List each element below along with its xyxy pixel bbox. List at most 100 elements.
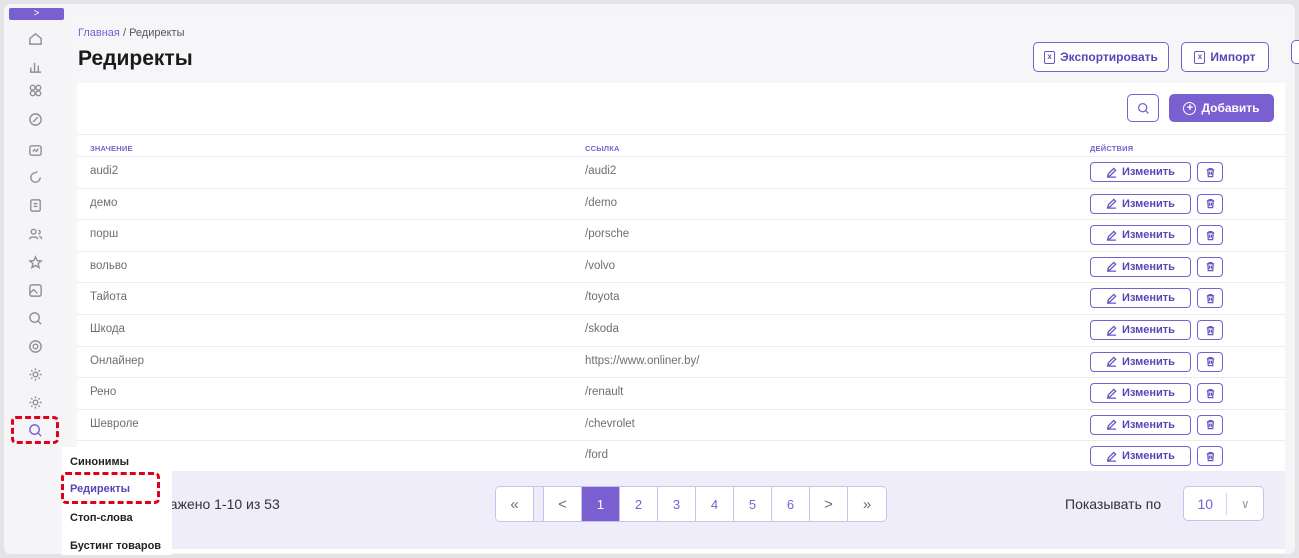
- column-header-link[interactable]: ССЫЛКА: [585, 144, 620, 153]
- delete-button[interactable]: [1197, 351, 1223, 372]
- first-page-button[interactable]: «: [496, 487, 534, 521]
- submenu-item-stop-words[interactable]: Стоп-слова: [70, 512, 133, 524]
- page-title: Редиректы: [78, 47, 193, 70]
- table-header: ЗНАЧЕНИЕ ССЫЛКА ДЕЙСТВИЯ: [77, 134, 1285, 156]
- export-button-label: Экспортировать: [1060, 50, 1158, 64]
- settings-alt-icon[interactable]: [27, 394, 43, 410]
- add-button[interactable]: + Добавить: [1169, 94, 1274, 122]
- pencil-icon: [1106, 419, 1117, 431]
- table-row: Шевроле/chevrolet Изменить: [77, 408, 1285, 441]
- delete-button[interactable]: [1197, 162, 1223, 182]
- edge-button[interactable]: [1291, 40, 1299, 64]
- edit-button[interactable]: Изменить: [1090, 225, 1191, 246]
- delete-button[interactable]: [1197, 225, 1223, 246]
- edit-button[interactable]: Изменить: [1090, 414, 1191, 435]
- trash-icon: [1206, 293, 1214, 304]
- edit-button-label: Изменить: [1122, 229, 1175, 242]
- per-page-value: 10: [1184, 492, 1228, 515]
- refresh-icon[interactable]: [27, 169, 43, 185]
- trash-icon: [1206, 357, 1214, 367]
- row-link: /volvo: [585, 259, 616, 272]
- chevron-down-icon: ∨: [1240, 496, 1250, 511]
- edit-button[interactable]: Изменить: [1090, 193, 1191, 214]
- row-link: /toyota: [585, 291, 620, 304]
- excel-icon: x: [1194, 50, 1206, 64]
- breadcrumb-current: Редиректы: [129, 27, 185, 39]
- page-button-1[interactable]: 1: [582, 487, 620, 521]
- row-value: Рено: [90, 386, 117, 399]
- pencil-icon: [1106, 324, 1117, 336]
- apps-icon[interactable]: [27, 82, 43, 98]
- star-icon[interactable]: [27, 254, 43, 270]
- page-button-5[interactable]: 5: [734, 487, 772, 521]
- search-zoom-icon[interactable]: [27, 310, 43, 326]
- delete-button[interactable]: [1197, 288, 1223, 309]
- edit-button-label: Изменить: [1122, 197, 1175, 210]
- page-button-2[interactable]: 2: [620, 487, 658, 521]
- import-button[interactable]: x Импорт: [1181, 42, 1269, 72]
- table-row: Рено/renault Изменить: [77, 377, 1285, 409]
- sidebar-toggle-button[interactable]: >: [9, 8, 64, 20]
- delete-button[interactable]: [1197, 193, 1223, 214]
- row-link: /porsche: [585, 228, 630, 241]
- export-button[interactable]: x Экспортировать: [1033, 42, 1169, 72]
- breadcrumb-home-link[interactable]: Главная: [78, 27, 120, 39]
- edit-button-label: Изменить: [1122, 418, 1175, 431]
- next-page-button[interactable]: >: [810, 487, 848, 521]
- trash-icon: [1206, 262, 1214, 272]
- discount-icon[interactable]: [27, 111, 43, 127]
- home-icon[interactable]: [27, 30, 43, 46]
- search-icon[interactable]: [27, 422, 43, 438]
- table-row: Тайота/toyota Изменить: [77, 282, 1285, 314]
- column-header-actions: ДЕЙСТВИЯ: [1090, 144, 1134, 153]
- add-button-label: Добавить: [1201, 101, 1260, 115]
- excel-icon: x: [1044, 50, 1056, 64]
- support-icon[interactable]: [27, 338, 43, 354]
- trash-icon: [1206, 451, 1214, 462]
- row-value: Тайота: [90, 291, 128, 304]
- edit-button[interactable]: Изменить: [1090, 351, 1191, 372]
- delete-button[interactable]: [1197, 256, 1223, 277]
- prev-page-button[interactable]: <: [544, 487, 582, 521]
- plus-circle-icon: +: [1183, 101, 1197, 115]
- message-icon[interactable]: [27, 142, 43, 158]
- row-value: Шкода: [90, 323, 125, 335]
- submenu-item-product-boosting[interactable]: Бустинг товаров: [70, 540, 161, 552]
- edit-button[interactable]: Изменить: [1090, 288, 1191, 309]
- edit-button[interactable]: Изменить: [1090, 383, 1191, 404]
- delete-button[interactable]: [1197, 383, 1223, 404]
- edit-button-label: Изменить: [1122, 292, 1175, 305]
- last-page-button[interactable]: »: [848, 487, 886, 521]
- edit-button[interactable]: Изменить: [1090, 256, 1191, 277]
- page-button-3[interactable]: 3: [658, 487, 696, 521]
- table-row: вольво/volvo Изменить: [77, 250, 1285, 283]
- edit-button[interactable]: Изменить: [1090, 162, 1191, 182]
- row-link: /renault: [585, 386, 624, 399]
- row-link: /chevrolet: [585, 417, 635, 430]
- table-search-button[interactable]: [1127, 94, 1159, 122]
- chart-icon[interactable]: [27, 58, 43, 74]
- delete-button[interactable]: [1197, 446, 1223, 467]
- page-button-6[interactable]: 6: [772, 487, 810, 521]
- pagination-gap: [534, 487, 544, 521]
- pencil-icon: [1106, 261, 1117, 273]
- table-row: Онлайнер https://www.onliner.by/Изменить: [77, 345, 1285, 378]
- settings-icon[interactable]: [27, 366, 43, 382]
- pencil-icon: [1106, 230, 1117, 241]
- table-row: демо/demo Изменить: [77, 187, 1285, 220]
- image-icon[interactable]: [27, 282, 43, 298]
- per-page-select[interactable]: 10 ∨: [1183, 486, 1264, 521]
- edit-button[interactable]: Изменить: [1090, 446, 1191, 467]
- submenu-item-synonyms[interactable]: Синонимы: [70, 456, 129, 468]
- page-button-4[interactable]: 4: [696, 487, 734, 521]
- trash-icon: [1206, 230, 1214, 240]
- users-icon[interactable]: [27, 226, 43, 242]
- edit-button-label: Изменить: [1122, 387, 1175, 400]
- delete-button[interactable]: [1197, 414, 1223, 435]
- edit-button[interactable]: Изменить: [1090, 320, 1191, 340]
- document-icon[interactable]: [27, 197, 43, 213]
- delete-button[interactable]: [1197, 320, 1223, 340]
- trash-icon: [1206, 199, 1214, 209]
- submenu-item-redirects[interactable]: Редиректы: [70, 483, 130, 495]
- column-header-value[interactable]: ЗНАЧЕНИЕ: [90, 144, 133, 153]
